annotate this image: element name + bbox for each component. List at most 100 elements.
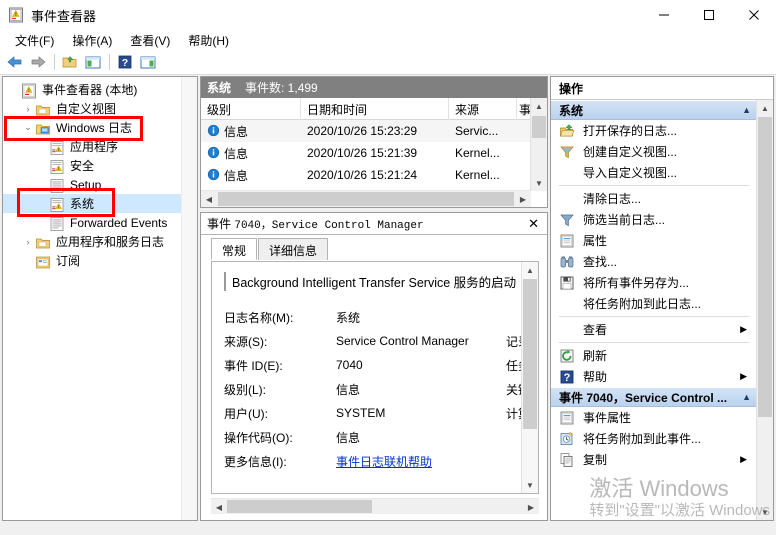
column-header-source[interactable]: 来源 [449, 98, 517, 120]
event-detail-vertical-scrollbar[interactable]: ▲ ▼ [521, 262, 538, 493]
action-copy[interactable]: 复制▶ [551, 449, 757, 470]
field-value[interactable]: 事件日志联机帮助 [336, 453, 506, 470]
menu-view[interactable]: 查看(V) [121, 30, 179, 51]
action-attach-task-to-event[interactable]: 将任务附加到此事件... [551, 428, 757, 449]
filter-funnel-icon [559, 212, 575, 228]
scroll-left-icon[interactable]: ◀ [201, 191, 217, 207]
tree-item-setup[interactable]: Setup [3, 175, 197, 194]
show-hide-console-tree-icon[interactable] [82, 51, 104, 73]
log-plain-icon [49, 216, 65, 230]
column-header-level[interactable]: 级别 [201, 98, 301, 120]
scroll-thumb[interactable] [532, 116, 546, 138]
scroll-up-icon[interactable]: ▲ [522, 262, 538, 278]
event-message-text: Background Intelligent Transfer Service … [224, 272, 528, 291]
action-save-all-events-as[interactable]: 将所有事件另存为... [551, 272, 757, 293]
tree-item-forwarded-events[interactable]: Forwarded Events [3, 213, 197, 232]
help-icon[interactable]: ? [114, 51, 136, 73]
tree-expander-icon[interactable]: ⌄ [21, 122, 35, 133]
actions-separator [559, 342, 749, 343]
menu-file[interactable]: 文件(F) [6, 30, 63, 51]
tree-expander-icon[interactable]: › [21, 237, 35, 247]
cell-datetime: 2020/10/26 15:21:24 [301, 168, 449, 182]
event-list-vertical-scrollbar[interactable]: ▲ ▼ [530, 98, 547, 191]
action-label: 将任务附加到此日志... [583, 295, 701, 312]
menu-action[interactable]: 操作(A) [63, 30, 121, 51]
tree-item-event-viewer-local[interactable]: 事件查看器 (本地) [3, 80, 197, 99]
scroll-up-icon[interactable]: ▲ [757, 100, 773, 116]
event-list-row[interactable]: 信息2020/10/26 15:21:24Kernel... [201, 164, 531, 186]
action-view[interactable]: 查看▶ [551, 319, 757, 340]
action-find[interactable]: 查找... [551, 251, 757, 272]
action-create-custom-view[interactable]: 创建自定义视图... [551, 141, 757, 162]
action-properties[interactable]: 属性 [551, 230, 757, 251]
scroll-right-icon[interactable]: ▶ [523, 499, 539, 515]
scroll-thumb-h[interactable] [218, 192, 514, 206]
save-icon [559, 275, 575, 291]
window-title: 事件查看器 [31, 6, 96, 25]
scroll-right-icon[interactable]: ▶ [515, 191, 531, 207]
field-label: 用户(U): [224, 405, 336, 422]
event-list-row[interactable]: 信息2020/10/26 15:23:29Servic... [201, 120, 531, 142]
tree-vertical-scrollbar[interactable] [181, 77, 197, 520]
tree-item-applications-and-services-logs[interactable]: ›应用程序和服务日志 [3, 232, 197, 251]
close-button[interactable] [731, 0, 776, 30]
action-clear-log[interactable]: 清除日志... [551, 188, 757, 209]
submenu-arrow-icon[interactable]: ▶ [740, 324, 747, 335]
tree-item-system[interactable]: 系统 [3, 194, 197, 213]
properties-icon [559, 233, 575, 249]
scroll-down-icon[interactable]: ▼ [757, 504, 773, 520]
actions-vertical-scrollbar[interactable]: ▲ ▼ [756, 100, 773, 520]
scroll-left-icon[interactable]: ◀ [211, 499, 227, 515]
scroll-thumb[interactable] [758, 117, 772, 417]
submenu-arrow-icon[interactable]: ▶ [740, 371, 747, 382]
event-log-online-help-link[interactable]: 事件日志联机帮助 [336, 455, 432, 469]
event-list-log-name: 系统 [207, 79, 231, 96]
field-value: 系统 [336, 309, 506, 326]
action-label: 事件属性 [583, 409, 631, 426]
cell-source: Servic... [449, 124, 517, 138]
scroll-up-icon[interactable]: ▲ [531, 98, 547, 114]
tree-item-windows-logs[interactable]: ⌄Windows 日志 [3, 118, 197, 137]
tree-item-application[interactable]: 应用程序 [3, 137, 197, 156]
close-detail-icon[interactable]: ✕ [526, 216, 541, 232]
collapse-chevron-icon[interactable]: ▲ [742, 392, 751, 402]
scroll-thumb[interactable] [523, 279, 537, 429]
action-filter-current-log[interactable]: 筛选当前日志... [551, 209, 757, 230]
tab-general[interactable]: 常规 [211, 238, 257, 260]
action-open-saved-log[interactable]: 打开保存的日志... [551, 120, 757, 141]
open-saved-log-icon[interactable] [59, 51, 81, 73]
tree-item-security[interactable]: 安全 [3, 156, 197, 175]
actions-section-event[interactable]: 事件 7040，Service Control ...▲ [551, 387, 757, 407]
actions-section-system[interactable]: 系统▲ [551, 100, 757, 120]
action-label: 将所有事件另存为... [583, 274, 689, 291]
collapse-chevron-icon[interactable]: ▲ [742, 105, 751, 115]
action-refresh[interactable]: 刷新 [551, 345, 757, 366]
action-help[interactable]: ?帮助▶ [551, 366, 757, 387]
tree-item-label: 自定义视图 [56, 100, 116, 117]
scroll-down-icon[interactable]: ▼ [522, 477, 538, 493]
action-event-properties[interactable]: 事件属性 [551, 407, 757, 428]
tab-details[interactable]: 详细信息 [258, 238, 328, 260]
column-header-datetime[interactable]: 日期和时间 [301, 98, 449, 120]
back-icon[interactable] [4, 51, 26, 73]
forward-icon[interactable] [27, 51, 49, 73]
tree-expander-icon[interactable]: › [21, 104, 35, 114]
field-value-text: Service Control Manager [336, 334, 469, 348]
minimize-button[interactable] [641, 0, 686, 30]
action-label: 筛选当前日志... [583, 211, 665, 228]
maximize-button[interactable] [686, 0, 731, 30]
show-hide-action-pane-icon[interactable] [137, 51, 159, 73]
submenu-arrow-icon[interactable]: ▶ [740, 454, 747, 465]
event-list-header: 系统 事件数: 1,499 [201, 77, 547, 98]
tree-item-subscriptions[interactable]: 订阅 [3, 251, 197, 270]
scroll-down-icon[interactable]: ▼ [531, 175, 547, 191]
action-import-custom-view[interactable]: 导入自定义视图... [551, 162, 757, 183]
action-attach-task-to-log[interactable]: 将任务附加到此日志... [551, 293, 757, 314]
event-list-row[interactable]: 信息2020/10/26 15:21:39Kernel... [201, 142, 531, 164]
menu-help[interactable]: 帮助(H) [179, 30, 238, 51]
event-detail-horizontal-scrollbar[interactable]: ◀ ▶ [211, 498, 539, 514]
tree-item-custom-views[interactable]: › 自定义视图 [3, 99, 197, 118]
event-list-pane: 系统 事件数: 1,499 级别 日期和时间 来源 事 信息2020/10/26… [200, 76, 548, 208]
event-list-horizontal-scrollbar[interactable]: ◀ ▶ [201, 190, 531, 207]
scroll-thumb-h[interactable] [227, 500, 372, 513]
